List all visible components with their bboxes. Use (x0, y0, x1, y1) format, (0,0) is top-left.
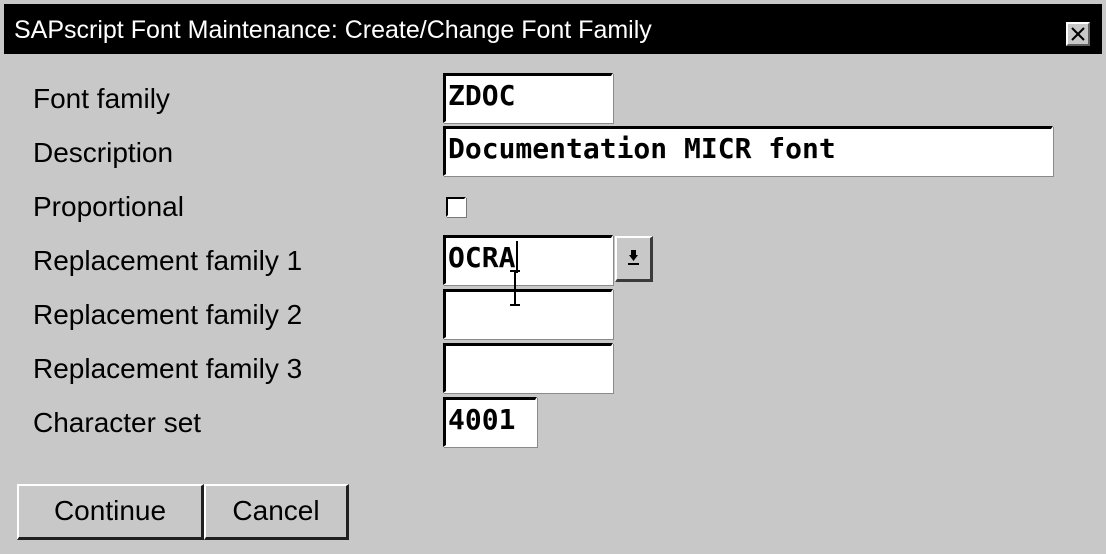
replacement-family-2-label: Replacement family 2 (33, 299, 303, 330)
title-bar: SAPscript Font Maintenance: Create/Chang… (4, 4, 1102, 54)
replacement-family-3-input[interactable] (443, 343, 613, 393)
proportional-label: Proportional (33, 191, 184, 222)
font-family-label: Font family (33, 83, 170, 114)
font-family-dialog: SAPscript Font Maintenance: Create/Chang… (0, 0, 1106, 554)
text-caret (516, 241, 519, 273)
replacement-family-1-value: OCRA (448, 241, 516, 274)
ibeam-cursor-icon (508, 270, 522, 306)
description-input[interactable]: Documentation MICR font (443, 126, 1053, 176)
window-title: SAPscript Font Maintenance: Create/Chang… (14, 16, 652, 44)
character-set-input[interactable]: 4001 (443, 397, 537, 447)
replacement-family-3-label: Replacement family 3 (33, 353, 303, 384)
cancel-button[interactable]: Cancel (204, 484, 349, 540)
replacement-family-1-input[interactable]: OCRA (443, 235, 613, 285)
proportional-checkbox[interactable] (446, 197, 466, 217)
character-set-label: Character set (33, 407, 202, 438)
close-button[interactable] (1066, 22, 1090, 46)
close-x-icon (1071, 27, 1085, 41)
replacement-family-2-input[interactable] (443, 289, 613, 339)
replacement-family-1-dropdown-button[interactable] (615, 236, 653, 282)
continue-button[interactable]: Continue (17, 484, 204, 540)
font-family-input[interactable]: ZDOC (443, 73, 613, 123)
dropdown-arrow-icon (628, 250, 639, 265)
replacement-family-1-label: Replacement family 1 (33, 245, 303, 276)
description-label: Description (33, 137, 174, 168)
